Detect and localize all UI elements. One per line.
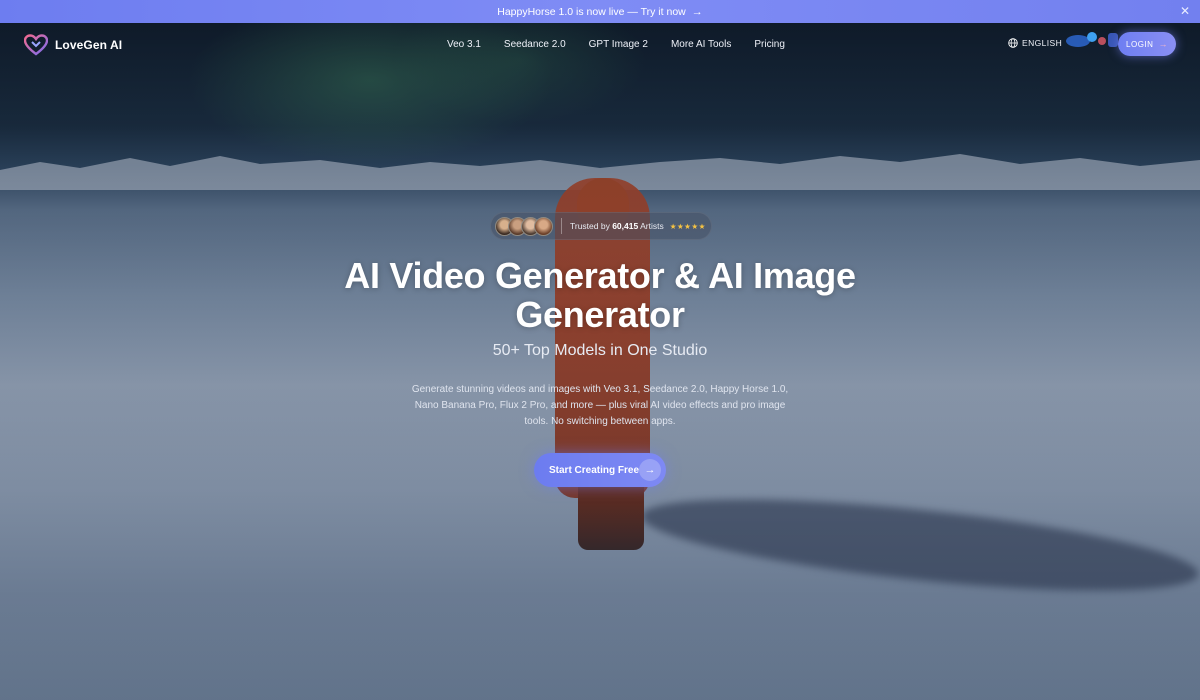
nav-link-seedance[interactable]: Seedance 2.0: [504, 39, 566, 50]
arrow-right-icon: →: [1158, 39, 1168, 49]
heart-logo-icon: [24, 34, 48, 56]
language-label[interactable]: ENGLISH: [1022, 38, 1062, 48]
login-label: LOGIN: [1126, 39, 1154, 49]
hero-description: Generate stunning videos and images with…: [411, 384, 789, 427]
trusted-text: Trusted by 60,415 Artists: [570, 221, 664, 231]
nav-link-veo[interactable]: Veo 3.1: [447, 39, 481, 50]
trusted-count: 60,415: [612, 221, 639, 231]
hero-subheadline: 50+ Top Models in One Studio: [492, 342, 708, 359]
nav-links: Veo 3.1 Seedance 2.0 GPT Image 2 More AI…: [447, 39, 808, 50]
sparkle-decoration-icon: [1066, 32, 1118, 47]
headline-line-2: Generator: [515, 294, 685, 335]
announcement-bar[interactable]: HappyHorse 1.0 is now live — Try it now …: [0, 0, 1200, 23]
arrow-right-icon: →: [691, 5, 703, 18]
nav-link-more-tools[interactable]: More AI Tools: [671, 39, 731, 50]
close-icon[interactable]: ✕: [1180, 4, 1190, 18]
brand-logo[interactable]: LoveGen AI: [24, 34, 122, 56]
announcement-text[interactable]: HappyHorse 1.0 is now live — Try it now: [497, 6, 686, 18]
globe-icon: [1008, 38, 1018, 48]
language-selector[interactable]: ENGLISH: [1008, 38, 1062, 48]
brand-name[interactable]: LoveGen AI: [55, 38, 122, 52]
star-rating-icon: ★★★★★: [669, 221, 706, 231]
arrow-right-icon: →: [639, 459, 661, 481]
top-navbar: LoveGen AI Veo 3.1 Seedance 2.0 GPT Imag…: [0, 23, 1200, 67]
trusted-badge: Trusted by 60,415 Artists ★★★★★: [490, 212, 712, 240]
nav-link-pricing[interactable]: Pricing: [754, 39, 785, 50]
start-creating-button[interactable]: Start Creating Free →: [534, 453, 666, 487]
avatar: [534, 216, 553, 236]
hero-headline: AI Video Generator & AI Image Generator: [300, 256, 900, 334]
cta-label: Start Creating Free: [549, 464, 640, 476]
nav-link-gpt-image[interactable]: GPT Image 2: [589, 39, 648, 50]
trusted-prefix: Trusted by: [570, 221, 613, 231]
artist-avatars: [495, 216, 553, 236]
headline-line-1: AI Video Generator & AI Image: [344, 255, 856, 296]
badge-divider: [561, 218, 562, 234]
trusted-suffix: Artists: [638, 221, 664, 231]
login-button[interactable]: LOGIN →: [1118, 32, 1176, 56]
